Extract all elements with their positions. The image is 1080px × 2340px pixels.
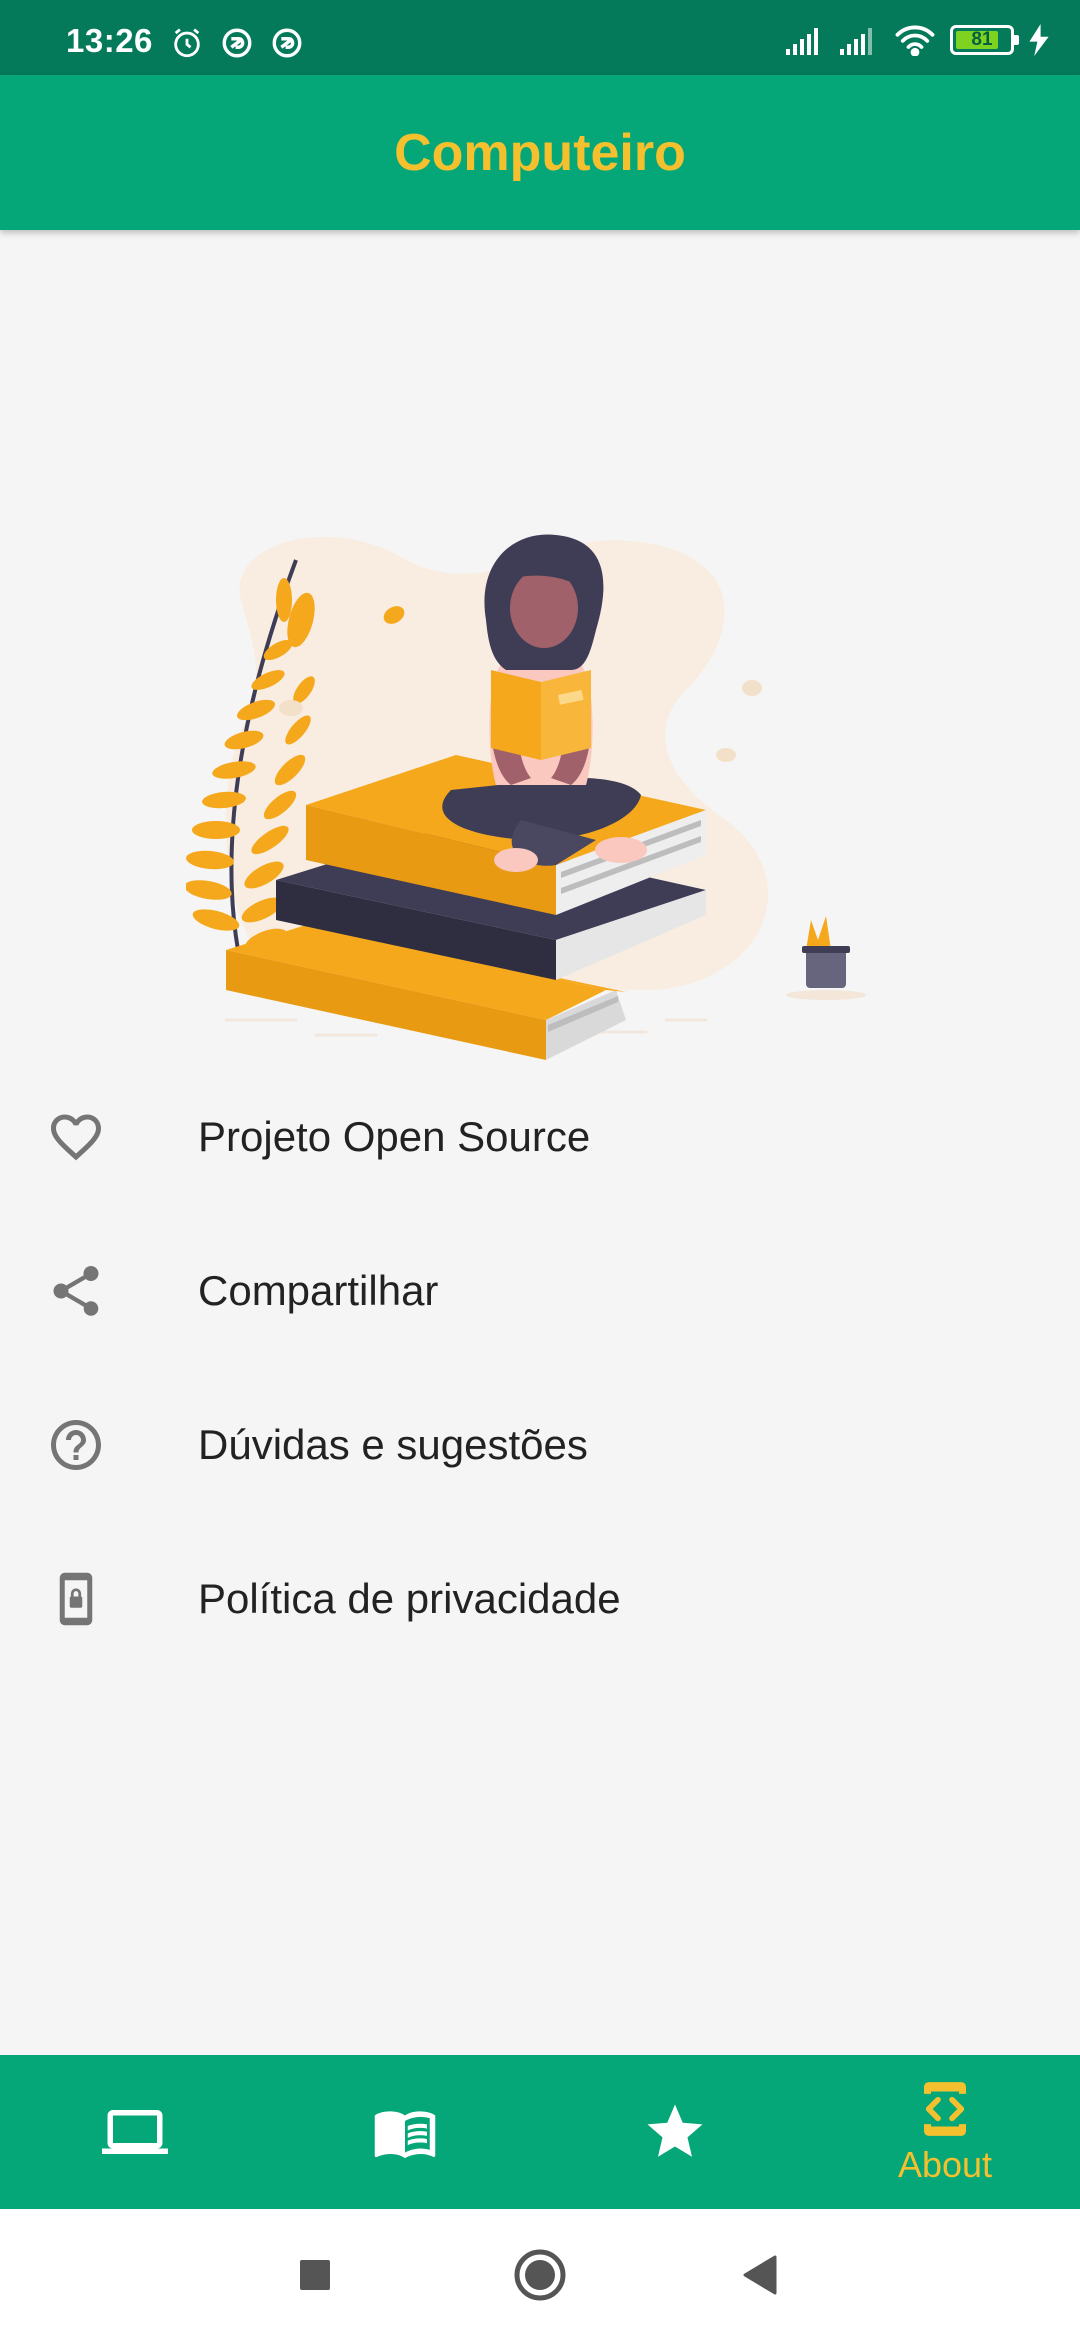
- status-notification-icons: [170, 26, 304, 60]
- recents-button[interactable]: [265, 2209, 365, 2340]
- reading-woman-illustration: [186, 534, 866, 1060]
- status-time: 13:26: [66, 22, 153, 59]
- code-phone-icon: [924, 2082, 966, 2136]
- about-menu: Projeto Open Source Compartilhar Dúvidas…: [0, 1060, 1080, 1676]
- phone-lock-icon: [40, 1563, 112, 1635]
- star-icon: [647, 2104, 703, 2157]
- nav-item-about[interactable]: About: [810, 2055, 1080, 2209]
- nav-item-computers[interactable]: [0, 2055, 270, 2209]
- menu-item-open-source[interactable]: Projeto Open Source: [0, 1060, 1080, 1214]
- back-button[interactable]: [710, 2209, 810, 2340]
- app-title: Computeiro: [394, 123, 686, 182]
- battery-level: 81: [971, 29, 993, 50]
- laptop-icon: [102, 2110, 168, 2154]
- menu-label-share: Compartilhar: [198, 1267, 439, 1314]
- alarm-icon: [174, 28, 200, 58]
- nav-item-reading[interactable]: [270, 2055, 540, 2209]
- menu-item-help[interactable]: Dúvidas e sugestões: [0, 1368, 1080, 1522]
- charging-icon: [1029, 24, 1049, 56]
- status-bar: 13:26 81: [0, 0, 1080, 75]
- help-circle-icon: [40, 1409, 112, 1481]
- heart-outline-icon: [40, 1101, 112, 1173]
- book-open-icon: [374, 2111, 436, 2159]
- battery-indicator: 81: [950, 25, 1019, 55]
- home-button[interactable]: [490, 2209, 590, 2340]
- nav-label-about: About: [897, 2144, 993, 2185]
- app-bar: Computeiro: [0, 75, 1080, 230]
- signal-icon-2: [840, 28, 872, 55]
- menu-label-open-source: Projeto Open Source: [198, 1113, 591, 1160]
- square-icon: [300, 2259, 330, 2290]
- wifi-icon: [895, 25, 935, 56]
- menu-label-privacy: Política de privacidade: [198, 1575, 621, 1622]
- back-triangle-icon: [743, 2255, 777, 2294]
- status-system-icons: 81: [786, 24, 1050, 56]
- system-navigation-bar: [0, 2209, 1080, 2340]
- sync-icon-2: [272, 28, 302, 58]
- bottom-navigation: About: [0, 2055, 1080, 2209]
- nav-item-favorites[interactable]: [540, 2055, 810, 2209]
- signal-icon: [786, 28, 818, 55]
- menu-item-share[interactable]: Compartilhar: [0, 1214, 1080, 1368]
- circle-icon: [514, 2249, 566, 2300]
- share-icon: [40, 1255, 112, 1327]
- menu-item-privacy[interactable]: Política de privacidade: [0, 1522, 1080, 1676]
- menu-label-help: Dúvidas e sugestões: [198, 1421, 588, 1468]
- sync-icon: [222, 28, 252, 58]
